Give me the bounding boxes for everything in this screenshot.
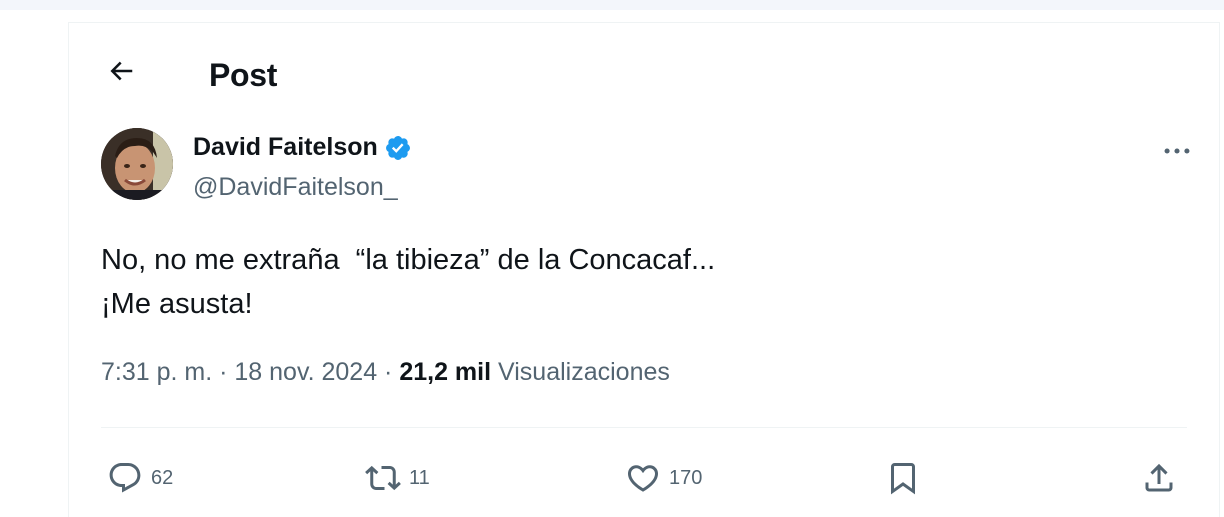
repost-count: 11	[409, 466, 430, 489]
back-button[interactable]	[101, 53, 141, 93]
share-icon	[1141, 460, 1177, 496]
like-count: 170	[669, 466, 703, 489]
repost-icon	[365, 460, 401, 496]
share-button[interactable]	[1141, 453, 1177, 503]
author-handle[interactable]: @DavidFaitelson_	[193, 173, 398, 202]
post-header: Post	[69, 45, 1219, 101]
page-title: Post	[209, 57, 278, 93]
reply-count: 62	[151, 466, 174, 489]
post-date[interactable]: 18 nov. 2024	[234, 358, 377, 386]
author-display-name[interactable]: David Faitelson	[193, 133, 378, 162]
bookmark-button[interactable]	[885, 453, 921, 503]
reply-icon	[107, 460, 143, 496]
more-horizontal-icon	[1160, 134, 1194, 173]
post-time[interactable]: 7:31 p. m.	[101, 358, 212, 386]
bookmark-icon	[885, 460, 921, 496]
views-label: Visualizaciones	[498, 358, 670, 386]
meta-separator: ·	[212, 358, 235, 386]
post-text-line: ¡Me asusta!	[101, 288, 253, 320]
top-strip	[0, 0, 1224, 10]
views-count: 21,2 mil	[399, 358, 492, 386]
divider	[101, 427, 1187, 428]
verified-badge-icon[interactable]	[384, 134, 412, 162]
more-options-button[interactable]	[1157, 133, 1197, 173]
post-text-line: No, no me extraña “la tibieza” de la Con…	[101, 244, 716, 276]
avatar[interactable]	[101, 128, 173, 200]
post-text: No, no me extraña “la tibieza” de la Con…	[101, 238, 1181, 326]
reply-button[interactable]: 62	[107, 453, 173, 503]
like-icon	[625, 460, 661, 496]
meta-separator: ·	[377, 358, 400, 386]
avatar-image	[101, 128, 173, 200]
post-meta: 7:31 p. m. · 18 nov. 2024 · 21,2 mil Vis…	[101, 358, 670, 387]
like-button[interactable]: 170	[625, 453, 702, 503]
post-panel: Post David Faitelson @DavidFaitelson_ No…	[68, 22, 1220, 517]
arrow-left-icon	[106, 56, 136, 91]
repost-button[interactable]: 11	[365, 453, 430, 503]
author-name-row: David Faitelson	[193, 133, 412, 162]
action-bar: 62 11 170	[69, 453, 1219, 513]
